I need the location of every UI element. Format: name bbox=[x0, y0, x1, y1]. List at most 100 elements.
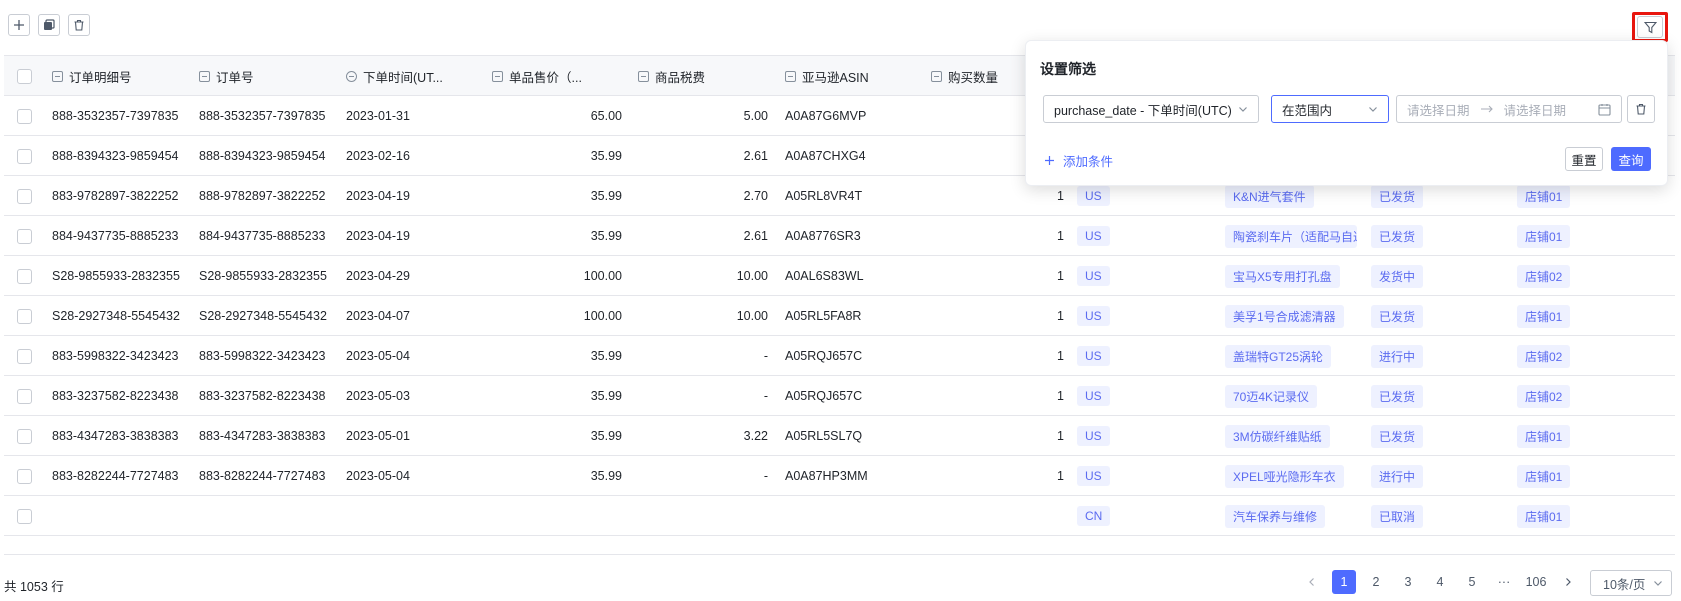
cell-country: CN bbox=[1077, 496, 1157, 536]
filter-operator-select[interactable]: 在范围内 bbox=[1271, 95, 1389, 123]
header-order-no[interactable]: 订单号 bbox=[199, 56, 254, 96]
cell-detail-no: 884-9437735-8885233 bbox=[52, 229, 179, 243]
cell-unit-price: 35.99 bbox=[590, 389, 622, 403]
header-quantity[interactable]: 购买数量 bbox=[931, 56, 998, 96]
cell-order-no bbox=[199, 496, 339, 536]
cell-tax: - bbox=[763, 389, 768, 403]
cell-tax: 2.61 bbox=[743, 149, 768, 163]
row-checkbox[interactable] bbox=[17, 309, 32, 324]
row-checkbox[interactable] bbox=[17, 109, 32, 124]
cell-detail-no: 883-4347283-3838383 bbox=[52, 429, 179, 443]
start-date-input[interactable]: 请选择日期 bbox=[1407, 100, 1470, 119]
reset-button[interactable]: 重置 bbox=[1565, 147, 1603, 171]
add-condition-button[interactable]: 添加条件 bbox=[1044, 151, 1113, 170]
table-row[interactable]: 883-3237582-8223438 883-3237582-8223438 … bbox=[4, 376, 1675, 416]
cell-order-no: 888-8394323-9859454 bbox=[199, 149, 326, 163]
header-label: 亚马逊ASIN bbox=[802, 70, 869, 85]
header-asin[interactable]: 亚马逊ASIN bbox=[785, 56, 869, 96]
cell-unit-price: 35.99 bbox=[590, 469, 622, 483]
cell-status: 已发货 bbox=[1371, 216, 1461, 256]
table-row[interactable]: 883-5998322-3423423 883-5998322-3423423 … bbox=[4, 336, 1675, 376]
next-page-button[interactable] bbox=[1556, 570, 1580, 594]
product-tag: XPEL哑光隐形车衣 bbox=[1225, 464, 1344, 488]
prev-page-button[interactable] bbox=[1300, 570, 1324, 594]
header-label: 订单号 bbox=[216, 70, 254, 85]
cell-order-time: 2023-04-19 bbox=[346, 189, 410, 203]
table-row[interactable]: 883-8282244-7727483 883-8282244-7727483 … bbox=[4, 456, 1675, 496]
status-badge: 已发货 bbox=[1371, 424, 1424, 448]
select-all-checkbox[interactable] bbox=[17, 69, 32, 84]
copy-row-button[interactable] bbox=[38, 14, 60, 36]
header-order-time[interactable]: 下单时间(UT... bbox=[346, 56, 443, 96]
status-badge: 进行中 bbox=[1371, 464, 1424, 488]
trash-icon bbox=[74, 19, 84, 31]
page-button-1[interactable]: 1 bbox=[1332, 570, 1356, 594]
page-size-select[interactable]: 10条/页 bbox=[1590, 570, 1672, 596]
number-column-icon bbox=[492, 70, 503, 82]
text-column-icon bbox=[199, 70, 210, 82]
header-unit-price[interactable]: 单品售价（... bbox=[492, 56, 582, 96]
page-button-5[interactable]: 5 bbox=[1460, 570, 1484, 594]
delete-row-button[interactable] bbox=[68, 14, 90, 36]
query-button[interactable]: 查询 bbox=[1611, 147, 1651, 171]
popup-title: 设置筛选 bbox=[1040, 61, 1096, 77]
table-row[interactable]: S28-9855933-2832355 S28-9855933-2832355 … bbox=[4, 256, 1675, 296]
cell-store: 店铺01 bbox=[1517, 416, 1607, 456]
cell-store: 店铺01 bbox=[1517, 216, 1607, 256]
cell-product: 美孚1号合成滤清器 bbox=[1225, 296, 1359, 336]
row-checkbox[interactable] bbox=[17, 389, 32, 404]
row-checkbox[interactable] bbox=[17, 269, 32, 284]
number-column-icon bbox=[931, 70, 942, 82]
page-button-last[interactable]: 106 bbox=[1524, 570, 1548, 594]
header-label: 下单时间(UT... bbox=[363, 70, 443, 85]
row-checkbox[interactable] bbox=[17, 429, 32, 444]
row-checkbox[interactable] bbox=[17, 469, 32, 484]
page-button-2[interactable]: 2 bbox=[1364, 570, 1388, 594]
product-tag: K&N进气套件 bbox=[1225, 184, 1314, 208]
cell-order-time: 2023-05-03 bbox=[346, 389, 410, 403]
cell-tax: - bbox=[763, 469, 768, 483]
filter-icon bbox=[1643, 21, 1657, 33]
arrow-right-icon bbox=[1480, 105, 1493, 113]
table-toolbar bbox=[8, 14, 90, 38]
chevron-right-icon bbox=[1566, 578, 1571, 586]
filter-button[interactable] bbox=[1632, 12, 1668, 42]
cell-asin: A0A87G6MVP bbox=[785, 109, 867, 123]
chevron-down-icon bbox=[1654, 581, 1662, 586]
row-checkbox[interactable] bbox=[17, 189, 32, 204]
country-tag: US bbox=[1077, 306, 1110, 326]
product-tag: 3M仿碳纤维贴纸 bbox=[1225, 424, 1330, 448]
cell-detail-no bbox=[52, 496, 192, 536]
table-row[interactable]: 884-9437735-8885233 884-9437735-8885233 … bbox=[4, 216, 1675, 256]
cell-country: US bbox=[1077, 376, 1157, 416]
table-row[interactable]: CN 汽车保养与维修 已取消 店铺01 bbox=[4, 496, 1675, 536]
header-tax[interactable]: 商品税费 bbox=[638, 56, 705, 96]
cell-store: 店铺02 bbox=[1517, 376, 1607, 416]
row-checkbox[interactable] bbox=[17, 349, 32, 364]
cell-store: 店铺02 bbox=[1517, 336, 1607, 376]
cell-tax: 10.00 bbox=[736, 269, 768, 283]
page-ellipsis[interactable]: ··· bbox=[1492, 570, 1516, 594]
cell-detail-no: 888-8394323-9859454 bbox=[52, 149, 179, 163]
add-row-button[interactable] bbox=[8, 14, 30, 36]
row-checkbox[interactable] bbox=[17, 509, 32, 524]
row-checkbox[interactable] bbox=[17, 149, 32, 164]
page-button-4[interactable]: 4 bbox=[1428, 570, 1452, 594]
remove-condition-button[interactable] bbox=[1627, 95, 1655, 123]
filter-field-select[interactable]: purchase_date - 下单时间(UTC) bbox=[1043, 95, 1259, 123]
table-row[interactable]: S28-2927348-5545432 S28-2927348-5545432 … bbox=[4, 296, 1675, 336]
table-row[interactable]: 883-4347283-3838383 883-4347283-3838383 … bbox=[4, 416, 1675, 456]
cell-product: 盖瑞特GT25涡轮 bbox=[1225, 336, 1359, 376]
cell-quantity: 1 bbox=[1057, 469, 1064, 483]
header-detail-no[interactable]: 订单明细号 bbox=[52, 56, 132, 96]
row-checkbox[interactable] bbox=[17, 229, 32, 244]
page-button-3[interactable]: 3 bbox=[1396, 570, 1420, 594]
cell-asin: A05RL8VR4T bbox=[785, 189, 863, 203]
cell-order-time: 2023-05-01 bbox=[346, 429, 410, 443]
cell-country: US bbox=[1077, 416, 1157, 456]
country-tag: US bbox=[1077, 466, 1110, 486]
date-range-picker[interactable]: 请选择日期 请选择日期 bbox=[1396, 95, 1622, 123]
country-tag: US bbox=[1077, 426, 1110, 446]
cell-order-time: 2023-05-04 bbox=[346, 469, 410, 483]
end-date-input[interactable]: 请选择日期 bbox=[1504, 100, 1567, 119]
